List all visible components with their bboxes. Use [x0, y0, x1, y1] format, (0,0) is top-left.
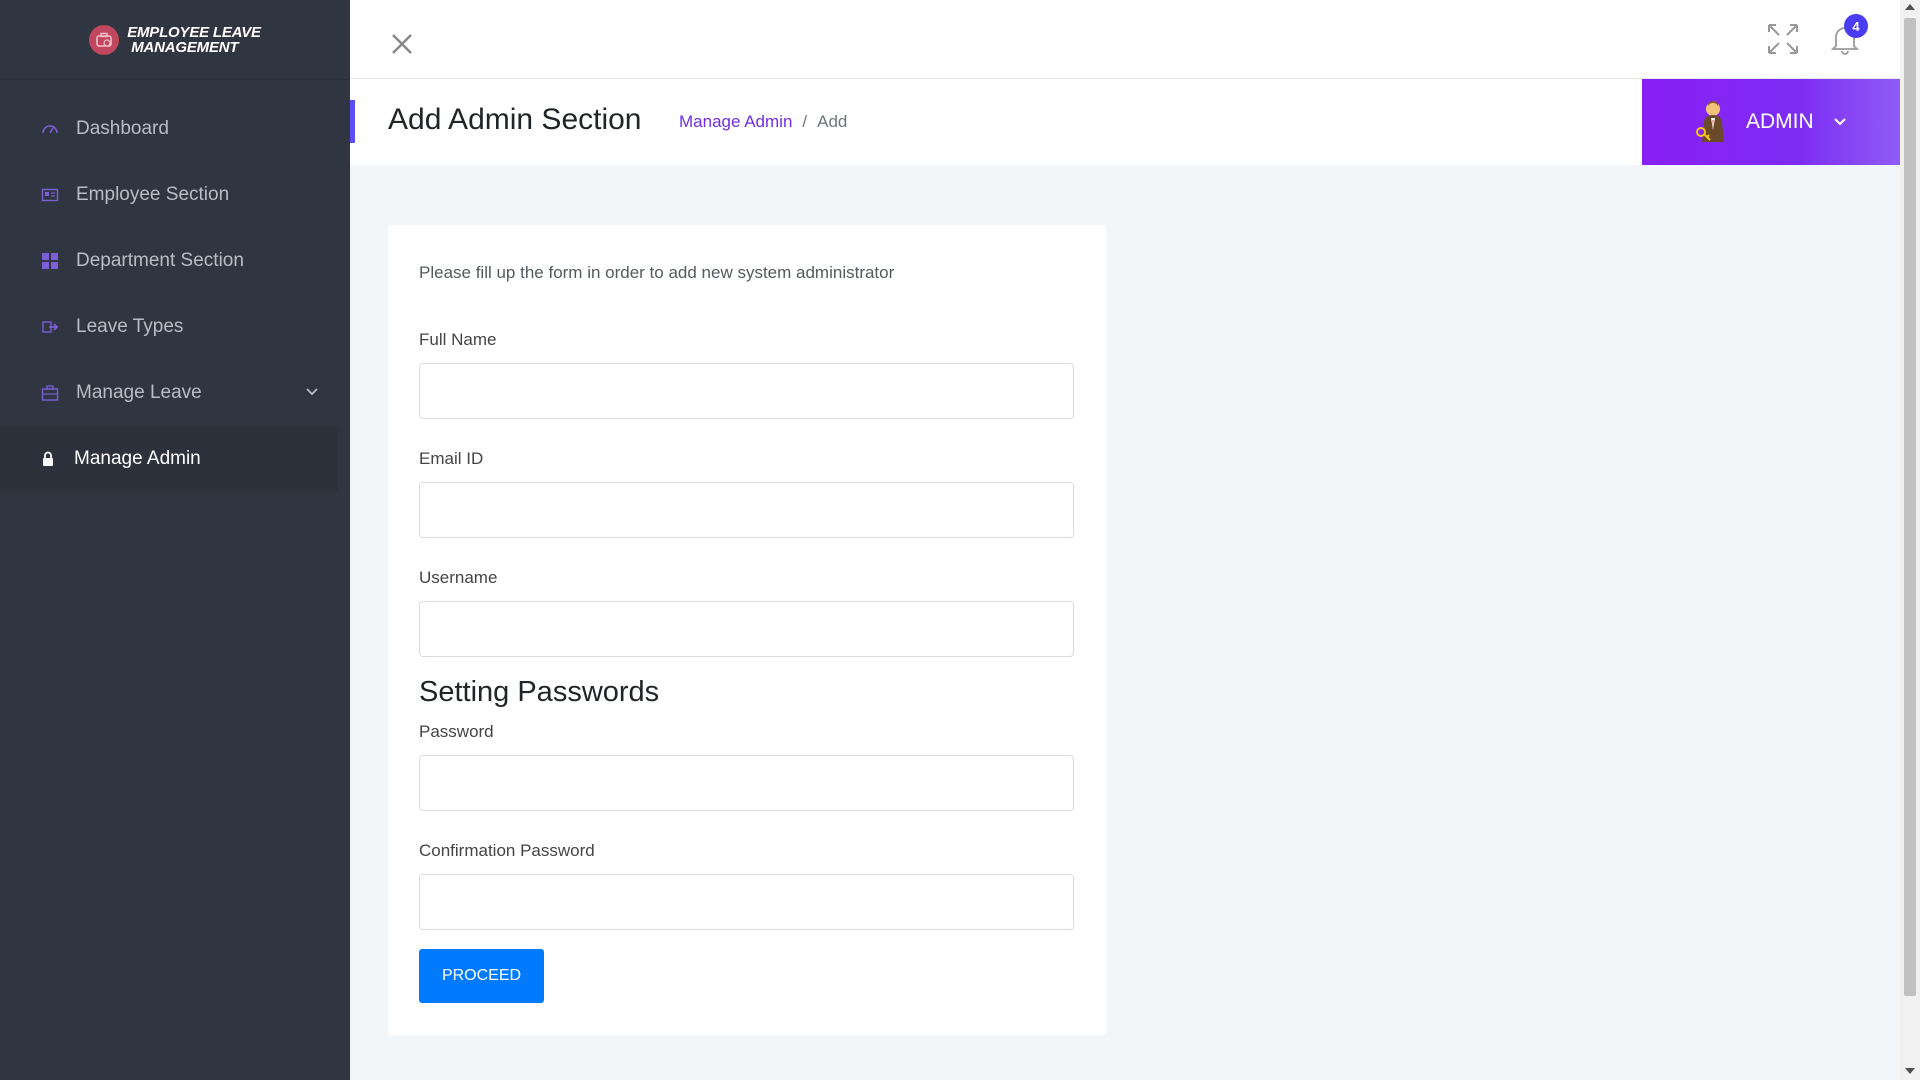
- admin-avatar-icon: [1696, 101, 1724, 142]
- breadcrumb-separator: /: [802, 112, 808, 131]
- chevron-down-icon[interactable]: [304, 384, 320, 400]
- page-title: Add Admin Section: [388, 103, 642, 136]
- sidebar-item-leave-types[interactable]: Leave Types: [0, 294, 350, 360]
- confirm-password-label: Confirmation Password: [419, 841, 595, 860]
- briefcase-logo-icon: [89, 24, 120, 55]
- page-header: Add Admin Section Manage Admin / Add ADM…: [350, 79, 1900, 165]
- form-intro-text: Please fill up the form in order to add …: [419, 263, 895, 282]
- email-input[interactable]: [419, 482, 1074, 538]
- sidebar-item-department-section[interactable]: Department Section: [0, 228, 350, 294]
- username-input[interactable]: [419, 601, 1074, 657]
- full-name-label: Full Name: [419, 330, 497, 349]
- email-label: Email ID: [419, 449, 484, 468]
- user-menu[interactable]: ADMIN: [1642, 79, 1900, 165]
- top-bar: 4: [350, 0, 1900, 79]
- sidebar-item-manage-admin[interactable]: Manage Admin: [0, 426, 338, 492]
- grid-icon: [40, 252, 60, 270]
- fullscreen-icon[interactable]: [1766, 22, 1800, 56]
- breadcrumb-link-manage-admin[interactable]: Manage Admin: [679, 112, 792, 132]
- proceed-button[interactable]: PROCEED: [419, 949, 544, 1003]
- lock-icon: [38, 450, 58, 468]
- scroll-down-arrow-icon[interactable]: [1905, 1068, 1915, 1074]
- user-name: ADMIN: [1746, 110, 1814, 133]
- sidebar-item-label: Dashboard: [76, 118, 169, 139]
- sign-out-icon: [40, 318, 60, 336]
- dashboard-gauge-icon: [40, 120, 60, 138]
- sidebar-item-manage-leave[interactable]: Manage Leave: [0, 360, 350, 426]
- page-scrollbar[interactable]: [1900, 0, 1920, 1080]
- chevron-down-icon: [1833, 118, 1846, 126]
- title-accent-bar: [350, 100, 355, 143]
- scroll-up-arrow-icon[interactable]: [1905, 4, 1915, 10]
- id-card-icon: [40, 186, 60, 204]
- sidebar-item-employee-section[interactable]: Employee Section: [0, 162, 350, 228]
- sidebar-nav: Dashboard Employee Section Department Se…: [0, 80, 350, 492]
- sidebar-item-label: Department Section: [76, 250, 244, 271]
- password-section-title: Setting Passwords: [419, 676, 660, 708]
- sidebar-item-dashboard[interactable]: Dashboard: [0, 96, 350, 162]
- sidebar-item-label: Manage Leave: [76, 382, 202, 403]
- sidebar: Employee Leave Management Dashboard Empl…: [0, 0, 350, 1080]
- sidebar-item-label: Leave Types: [76, 316, 184, 337]
- briefcase-icon: [40, 384, 60, 402]
- app-logo[interactable]: Employee Leave Management: [0, 0, 350, 80]
- password-label: Password: [419, 722, 494, 741]
- username-label: Username: [419, 568, 498, 587]
- password-input[interactable]: [419, 755, 1074, 811]
- breadcrumb: Manage Admin / Add: [679, 112, 847, 132]
- scroll-thumb[interactable]: [1904, 18, 1916, 996]
- notification-count-badge[interactable]: 4: [1844, 14, 1868, 38]
- sidebar-item-label: Manage Admin: [74, 448, 201, 469]
- sidebar-item-label: Employee Section: [76, 184, 230, 205]
- confirm-password-input[interactable]: [419, 874, 1074, 930]
- full-name-input[interactable]: [419, 363, 1074, 419]
- breadcrumb-current: Add: [817, 112, 848, 131]
- close-sidebar-icon[interactable]: [388, 30, 416, 58]
- logo-text: Employee Leave Management: [127, 23, 261, 56]
- add-admin-form-card: Please fill up the form in order to add …: [388, 225, 1106, 1035]
